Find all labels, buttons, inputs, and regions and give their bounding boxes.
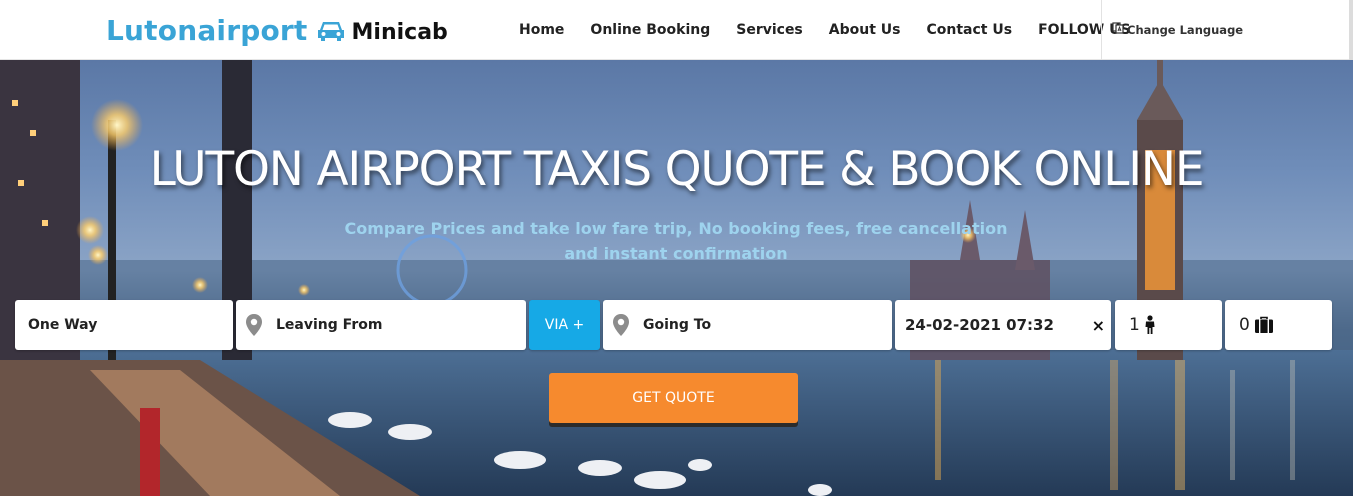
nav-online-booking[interactable]: Online Booking xyxy=(590,22,710,38)
language-icon xyxy=(1112,21,1124,39)
trip-type-value: One Way xyxy=(28,317,98,333)
trip-type-select[interactable]: One Way xyxy=(15,300,233,350)
hero-title: LUTON AIRPORT TAXIS QUOTE & BOOK ONLINE xyxy=(149,142,1205,197)
via-label: VIA + xyxy=(544,317,585,333)
hero-background-image xyxy=(0,60,1353,496)
going-to-placeholder: Going To xyxy=(643,317,712,333)
nav-home[interactable]: Home xyxy=(519,22,564,38)
datetime-input[interactable]: 24-02-2021 07:32 × xyxy=(895,300,1111,350)
passengers-value: 1 xyxy=(1129,315,1140,335)
nav-about-us[interactable]: About Us xyxy=(829,22,901,38)
hero-banner: LUTON AIRPORT TAXIS QUOTE & BOOK ONLINE … xyxy=(0,60,1353,496)
main-nav: Home Online Booking Services About Us Co… xyxy=(506,0,1144,60)
logo[interactable]: Lutonairport Minicab xyxy=(106,14,448,47)
datetime-value: 24-02-2021 07:32 xyxy=(905,316,1054,334)
map-pin-icon xyxy=(244,313,264,337)
leaving-from-placeholder: Leaving From xyxy=(276,317,383,333)
going-to-input[interactable]: Going To xyxy=(603,300,892,350)
car-icon xyxy=(316,19,346,43)
logo-sub-text: Minicab xyxy=(351,20,448,45)
map-pin-icon xyxy=(611,313,631,337)
logo-main-text: Lutonairport xyxy=(106,14,308,47)
via-button[interactable]: VIA + xyxy=(529,300,600,350)
change-language-label: Change Language xyxy=(1127,23,1244,37)
luggage-value: 0 xyxy=(1239,315,1250,335)
nav-contact-us[interactable]: Contact Us xyxy=(927,22,1013,38)
nav-services[interactable]: Services xyxy=(736,22,803,38)
leaving-from-input[interactable]: Leaving From xyxy=(236,300,526,350)
passengers-select[interactable]: 1 xyxy=(1115,300,1222,350)
hero-subtitle: Compare Prices and take low fare trip, N… xyxy=(344,219,1008,263)
suitcase-icon xyxy=(1254,316,1274,334)
site-header: Lutonairport Minicab Home Online Booking… xyxy=(0,0,1353,140)
person-icon xyxy=(1144,315,1156,335)
change-language-button[interactable]: Change Language xyxy=(1101,0,1353,60)
clear-datetime-button[interactable]: × xyxy=(1092,316,1105,335)
luggage-select[interactable]: 0 xyxy=(1225,300,1332,350)
get-quote-button[interactable]: GET QUOTE xyxy=(549,373,798,423)
